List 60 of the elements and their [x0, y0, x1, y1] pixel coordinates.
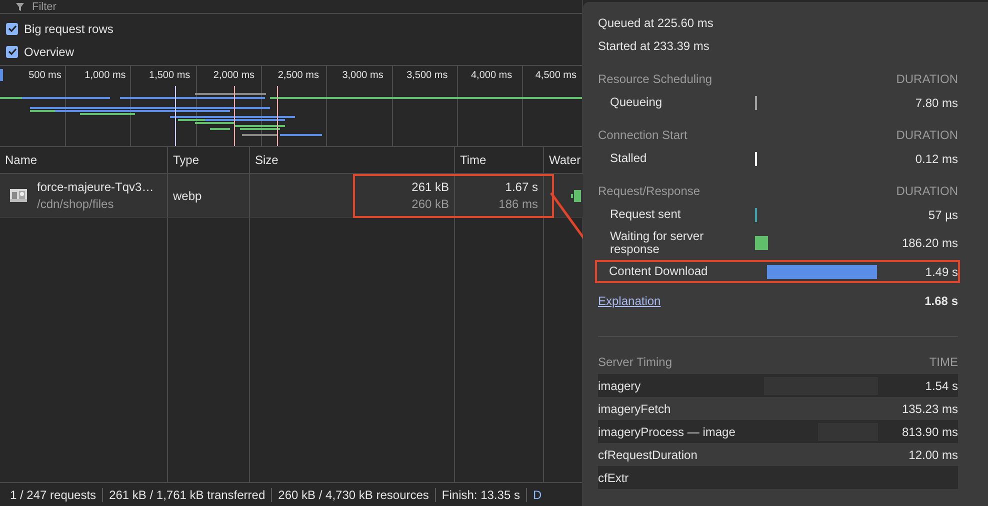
status-text: 1 / 247 requests — [9, 488, 98, 502]
server-timing-name: imageryProcess — image — [598, 424, 736, 438]
file-name: force-majeure-Tqv3… — [37, 180, 154, 194]
phase-label: Queueing — [610, 96, 664, 109]
server-timing-name: cfRequestDuration — [598, 448, 698, 462]
server-timing-value: 1.54 s — [924, 378, 958, 392]
file-type: webp — [173, 188, 202, 202]
time-tick-label: 4,500 ms — [534, 69, 578, 83]
phase-label: Waiting for server response — [610, 230, 705, 256]
phase-duration: 186.20 ms — [900, 236, 958, 250]
status-text: 260 kB / 4,730 kB resources — [271, 488, 435, 502]
queued-time: Queued at 225.60 ms — [598, 15, 714, 32]
resource-size: 260 kB — [412, 197, 449, 211]
transferred-size: 261 kB — [412, 180, 449, 194]
explanation-link[interactable]: Explanation — [598, 294, 661, 308]
server-timing-value: 135.23 ms — [900, 402, 958, 416]
time-tick-label: 500 ms — [28, 69, 62, 83]
total-duration: 1.68 s — [924, 294, 958, 308]
time-tick-label: 1,500 ms — [148, 69, 192, 83]
latency-time: 186 ms — [498, 197, 538, 211]
section-title: Request/Response — [598, 183, 700, 200]
column-label: DURATION — [896, 71, 958, 88]
time-tick-label: 3,500 ms — [406, 69, 449, 83]
phase-label: Request sent — [610, 208, 682, 221]
server-timing-name: imageryFetch — [598, 402, 672, 416]
section-title: Resource Scheduling — [598, 71, 712, 88]
column-label: TIME — [929, 354, 958, 371]
time-tick-label: 2,500 ms — [276, 69, 320, 83]
phase-duration: 1.49 s — [924, 264, 958, 278]
server-timing-name: cfExtr — [598, 470, 630, 484]
checkbox[interactable] — [6, 46, 18, 58]
time-tick-label: 3,000 ms — [341, 69, 384, 83]
filter-field[interactable]: Filter — [16, 0, 56, 12]
phase-label: Stalled — [610, 152, 648, 165]
started-time: Started at 233.39 ms — [598, 38, 710, 55]
option-label: Big request rows — [24, 22, 114, 36]
column-header[interactable]: Time — [454, 147, 543, 174]
time-tick-label: 1,000 ms — [84, 69, 127, 83]
phase-duration: 57 µs — [927, 208, 958, 222]
server-timing-value: 12.00 ms — [908, 448, 958, 462]
status-text: D — [526, 488, 548, 502]
file-path: /cdn/shop/files — [37, 197, 115, 211]
section-title: Connection Start — [598, 127, 688, 144]
phase-duration: 0.12 ms — [914, 152, 958, 166]
time-tick-label: 4,000 ms — [470, 69, 514, 83]
waterfall-bar-icon — [571, 190, 581, 202]
server-timing-value: 813.90 ms — [900, 424, 958, 438]
column-label: DURATION — [896, 183, 958, 200]
section-title: Server Timing — [598, 354, 672, 371]
checkbox[interactable] — [6, 22, 18, 34]
column-label: DURATION — [896, 127, 958, 144]
time-tick-label: 2,000 ms — [212, 69, 256, 83]
status-text: Finish: 13.35 s — [434, 488, 526, 502]
status-text: 261 kB / 1,761 kB transferred — [102, 488, 272, 502]
filter-icon — [16, 2, 24, 10]
total-time: 1.67 s — [505, 180, 538, 194]
phase-duration: 7.80 ms — [914, 96, 958, 110]
option-label: Overview — [24, 44, 74, 58]
server-timing-name: imagery — [598, 378, 642, 392]
phase-label: Content Download — [609, 265, 709, 278]
